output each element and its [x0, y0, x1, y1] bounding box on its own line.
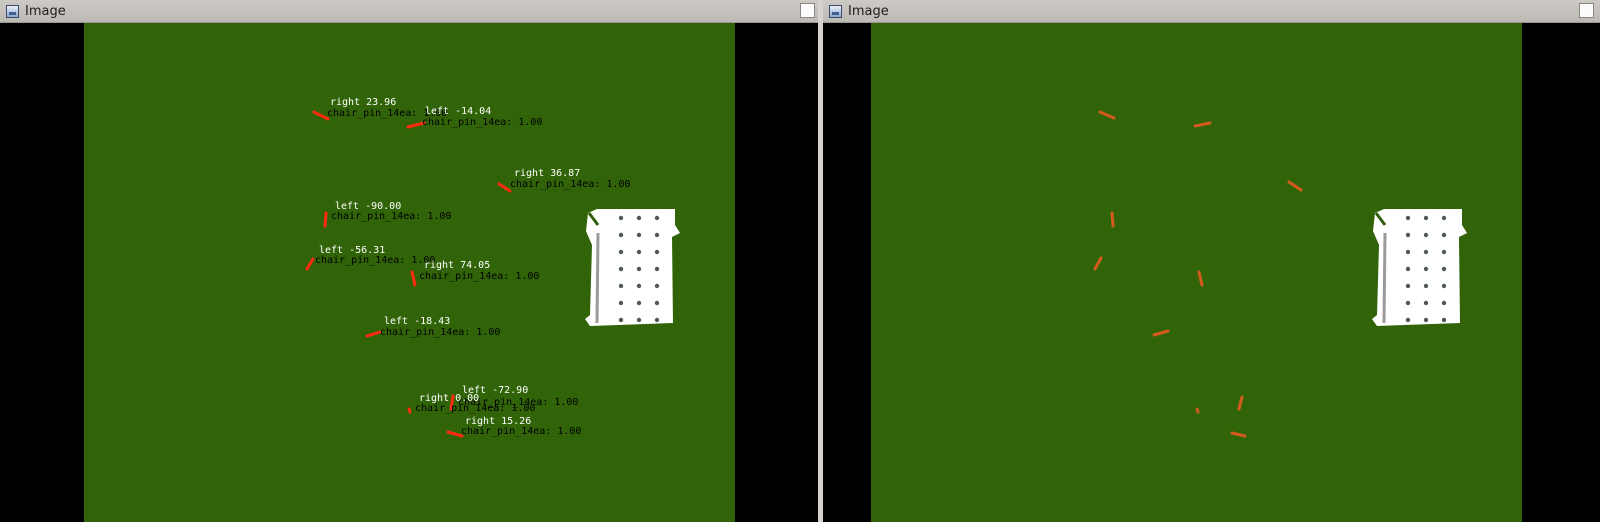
tray-hole: [1441, 317, 1447, 323]
detection-3-direction: right 36.87: [514, 168, 580, 179]
tray-hole: [618, 300, 624, 306]
detection-9-class: chair_pin_14ea: 1.00: [415, 403, 535, 414]
image-viewport: [823, 23, 1600, 522]
image-window-icon: [829, 5, 842, 18]
tray-hole: [654, 215, 660, 221]
detection-7-class: chair_pin_14ea: 1.00: [380, 327, 500, 338]
tray-hole: [1423, 266, 1429, 272]
tray-hole: [1405, 266, 1411, 272]
chair-pin: [323, 211, 328, 228]
detection-5-class: chair_pin_14ea: 1.00: [315, 255, 435, 266]
annotated-image: right 23.96 chair_pin_14ea: 1.00 left -1…: [84, 23, 735, 522]
detection-4-class: chair_pin_14ea: 1.00: [331, 211, 451, 222]
tray-hole: [1441, 266, 1447, 272]
tray-hole: [618, 232, 624, 238]
tray-hole: [1423, 232, 1429, 238]
detection-2-class: chair_pin_14ea: 1.00: [422, 117, 542, 128]
tray-hole: [636, 266, 642, 272]
tray-hole: [1441, 232, 1447, 238]
tray-hole: [1441, 215, 1447, 221]
image-viewport: right 23.96 chair_pin_14ea: 1.00 left -1…: [0, 23, 818, 522]
detection-1-direction: right 23.96: [330, 97, 396, 108]
tray-hole: [654, 300, 660, 306]
tray-hole: [1405, 232, 1411, 238]
tray-hole: [618, 266, 624, 272]
detection-7-direction: left -18.43: [384, 316, 450, 327]
tray-hole: [1441, 300, 1447, 306]
chair-pin: [407, 407, 412, 414]
tray-hole: [1423, 317, 1429, 323]
chair-pin: [1110, 211, 1115, 228]
maximize-button[interactable]: [1579, 3, 1594, 18]
tray-hole: [636, 232, 642, 238]
tray-hole: [618, 283, 624, 289]
maximize-button[interactable]: [800, 3, 815, 18]
detection-10-class: chair_pin_14ea: 1.00: [461, 426, 581, 437]
tray-hole: [1441, 249, 1447, 255]
detection-2-direction: left -14.04: [425, 106, 491, 117]
tray-hole: [1423, 283, 1429, 289]
tray-hole: [618, 249, 624, 255]
tray-hole: [654, 283, 660, 289]
tray-hole: [636, 249, 642, 255]
detection-6-class: chair_pin_14ea: 1.00: [419, 271, 539, 282]
image-window-icon: [6, 5, 19, 18]
tray-hole: [654, 232, 660, 238]
parts-tray: [1372, 209, 1467, 326]
tray-hole: [1423, 300, 1429, 306]
tray-hole: [1405, 283, 1411, 289]
raw-image: [871, 23, 1522, 522]
chair-pin: [1195, 407, 1200, 414]
detection-3-class: chair_pin_14ea: 1.00: [510, 179, 630, 190]
window-title: Image: [848, 4, 889, 19]
parts-tray: [585, 209, 680, 326]
tray-hole: [1405, 215, 1411, 221]
tray-hole: [1405, 249, 1411, 255]
tray-hole: [636, 215, 642, 221]
tray-hole: [654, 317, 660, 323]
tray-hole: [618, 317, 624, 323]
tray-hole: [1423, 249, 1429, 255]
tray-hole: [654, 266, 660, 272]
image-window-right: Image: [823, 0, 1600, 522]
tray-hole: [1423, 215, 1429, 221]
window-title: Image: [25, 4, 66, 19]
tray-hole: [1441, 283, 1447, 289]
tray-hole: [618, 215, 624, 221]
tray-hole: [1405, 317, 1411, 323]
title-bar[interactable]: Image: [823, 0, 1600, 23]
image-window-left: Image right 23.96 chair_pin_14ea: 1.00 l…: [0, 0, 818, 522]
tray-hole: [636, 283, 642, 289]
title-bar[interactable]: Image: [0, 0, 818, 23]
tray-hole: [636, 300, 642, 306]
tray-hole: [636, 317, 642, 323]
detection-6-direction: right 74.05: [424, 260, 490, 271]
tray-hole: [654, 249, 660, 255]
tray-hole: [1405, 300, 1411, 306]
